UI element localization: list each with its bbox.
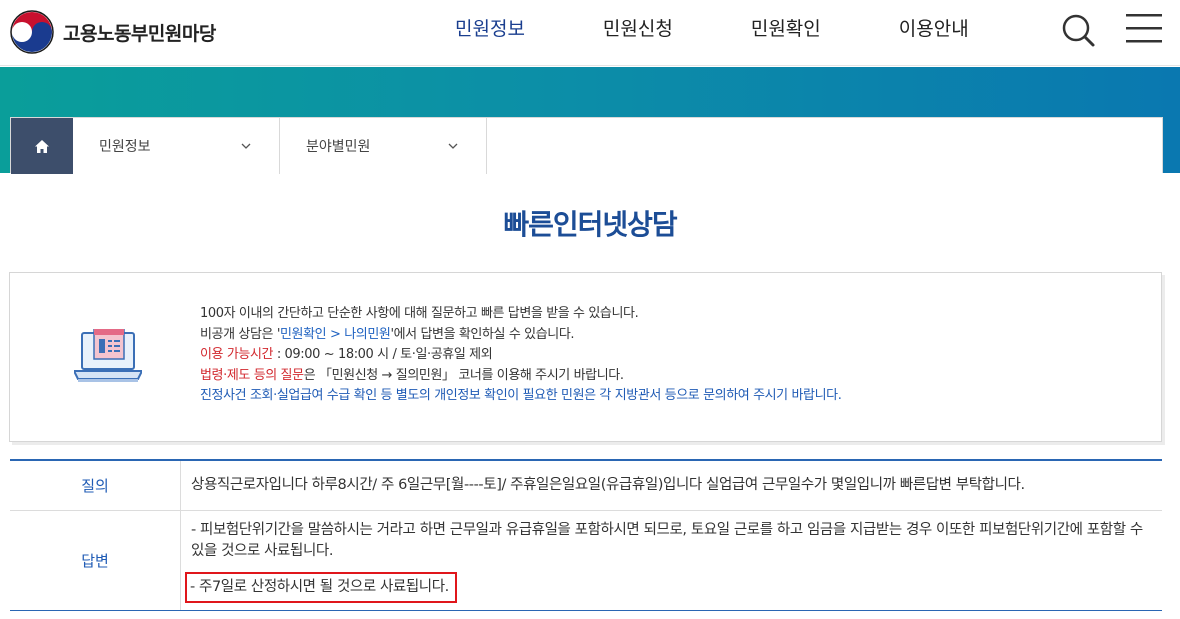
- info-line-2: 비공개 상담은 '민원확인 > 나의민원'에서 답변을 확인하실 수 있습니다.: [200, 325, 841, 346]
- info-line-2-prefix: 비공개 상담은 ': [200, 326, 280, 342]
- service-hours-label: 이용 가능시간: [200, 347, 274, 362]
- info-line-1: 100자 이내의 간단하고 단순한 사항에 대해 질문하고 빠른 답변을 받을 …: [200, 306, 639, 321]
- law-question-text: 은 「민원신청 → 질의민원」 코너를 이용해 주시기 바랍니다.: [303, 367, 624, 383]
- info-line-3: 이용 가능시간 : 09:00 ~ 18:00 시 / 토·일·공휴일 제외: [200, 345, 841, 366]
- breadcrumb-select-level2[interactable]: 분야별민원: [280, 118, 487, 174]
- answer-body: - 피보험단위기간을 말씀하시는 거라고 하면 근무일과 유급휴일을 포함하시면…: [181, 511, 1162, 610]
- nav-item-civil-info[interactable]: 민원정보: [455, 14, 525, 41]
- chevron-down-icon: [241, 143, 251, 149]
- service-hours-text: : 09:00 ~ 18:00 시 / 토·일·공휴일 제외: [273, 347, 493, 362]
- nav-item-civil-apply[interactable]: 민원신청: [603, 14, 673, 41]
- table-row: 질의 상용직근로자입니다 하루8시간/ 주 6일근무[월----토]/ 주휴일은…: [10, 461, 1162, 511]
- qa-table: 질의 상용직근로자입니다 하루8시간/ 주 6일근무[월----토]/ 주휴일은…: [10, 459, 1162, 611]
- answer-label: 답변: [10, 511, 181, 610]
- page-title: 빠른인터넷상담: [503, 208, 677, 241]
- breadcrumb-select-level1[interactable]: 민원정보: [73, 118, 280, 174]
- nav-item-civil-check[interactable]: 민원확인: [751, 14, 821, 41]
- law-question-label: 법령·제도 등의 질문: [200, 367, 304, 383]
- search-button[interactable]: [1060, 12, 1096, 52]
- answer-paragraph-2-highlighted: - 주7일로 산정하시면 될 것으로 사료됩니다.: [185, 572, 457, 603]
- nav-item-guide[interactable]: 이용안내: [899, 14, 969, 41]
- answer-paragraph-1: - 피보험단위기간을 말씀하시는 거라고 하면 근무일과 유급휴일을 포함하시면…: [191, 522, 1143, 559]
- breadcrumb-home-button[interactable]: [11, 118, 73, 174]
- breadcrumb: 민원정보 분야별민원: [10, 117, 1163, 174]
- taegeuk-logo-icon: [10, 10, 54, 54]
- main-nav: 민원정보 민원신청 민원확인 이용안내: [455, 14, 1047, 41]
- menu-button[interactable]: [1124, 12, 1164, 50]
- info-line-5: 진정사건 조회·실업급여 수급 확인 등 별도의 개인정보 확인이 필요한 민원…: [200, 388, 842, 403]
- home-icon: [35, 139, 49, 153]
- chevron-down-icon: [448, 143, 458, 149]
- info-line-2-suffix: '에서 답변을 확인하실 수 있습니다.: [390, 326, 575, 342]
- laptop-document-icon: [74, 329, 142, 382]
- breadcrumb-level1-label: 민원정보: [99, 139, 151, 155]
- hamburger-menu-icon: [1126, 14, 1162, 43]
- question-text: 상용직근로자입니다 하루8시간/ 주 6일근무[월----토]/ 주휴일은일요일…: [191, 477, 1025, 493]
- info-text-block: 100자 이내의 간단하고 단순한 사항에 대해 질문하고 빠른 답변을 받을 …: [200, 304, 842, 407]
- breadcrumb-level2-label: 분야별민원: [306, 139, 371, 155]
- my-civil-link[interactable]: 민원확인 > 나의민원: [280, 327, 391, 342]
- search-icon: [1062, 14, 1095, 47]
- site-logo[interactable]: 고용노동부민원마당: [9, 9, 216, 55]
- question-label: 질의: [10, 461, 181, 510]
- info-box: 100자 이내의 간단하고 단순한 사항에 대해 질문하고 빠른 답변을 받을 …: [9, 272, 1162, 442]
- site-header: 고용노동부민원마당 민원정보 민원신청 민원확인 이용안내: [0, 0, 1180, 66]
- table-row: 답변 - 피보험단위기간을 말씀하시는 거라고 하면 근무일과 유급휴일을 포함…: [10, 511, 1162, 610]
- logo-text: 고용노동부민원마당: [63, 22, 216, 45]
- info-line-4: 법령·제도 등의 질문은 「민원신청 → 질의민원」 코너를 이용해 주시기 바…: [200, 366, 841, 387]
